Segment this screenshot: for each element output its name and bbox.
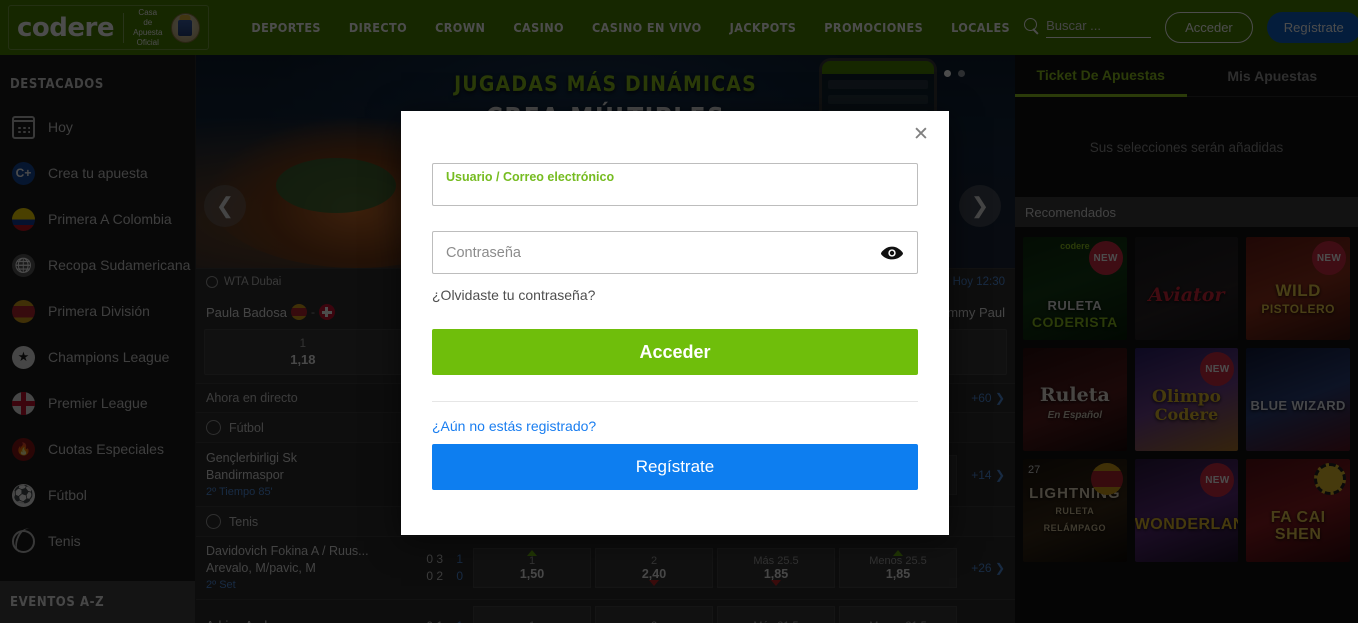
app-root: codere Casa de Apuesta Oficial DEPORTES … (0, 0, 1358, 623)
register-button[interactable]: Regístrate (432, 444, 918, 490)
login-submit-button[interactable]: Acceder (432, 329, 918, 375)
login-modal: ✕ Usuario / Correo electrónico ¿Olvidast… (401, 111, 949, 535)
forgot-password-link[interactable]: ¿Olvidaste tu contraseña? (432, 287, 918, 303)
modal-overlay: ✕ Usuario / Correo electrónico ¿Olvidast… (0, 0, 1358, 623)
close-icon[interactable]: ✕ (910, 124, 932, 146)
password-field-wrapper[interactable] (432, 231, 918, 274)
field-spacer (432, 206, 918, 231)
username-input[interactable] (446, 183, 904, 200)
password-input[interactable] (446, 244, 904, 261)
username-field-wrapper[interactable]: Usuario / Correo electrónico (432, 163, 918, 206)
login-form: Usuario / Correo electrónico ¿Olvidaste … (401, 111, 949, 490)
username-label: Usuario / Correo electrónico (446, 170, 615, 184)
eye-icon[interactable] (881, 246, 903, 260)
divider (432, 401, 918, 402)
not-registered-link[interactable]: ¿Aún no estás registrado? (432, 418, 918, 434)
